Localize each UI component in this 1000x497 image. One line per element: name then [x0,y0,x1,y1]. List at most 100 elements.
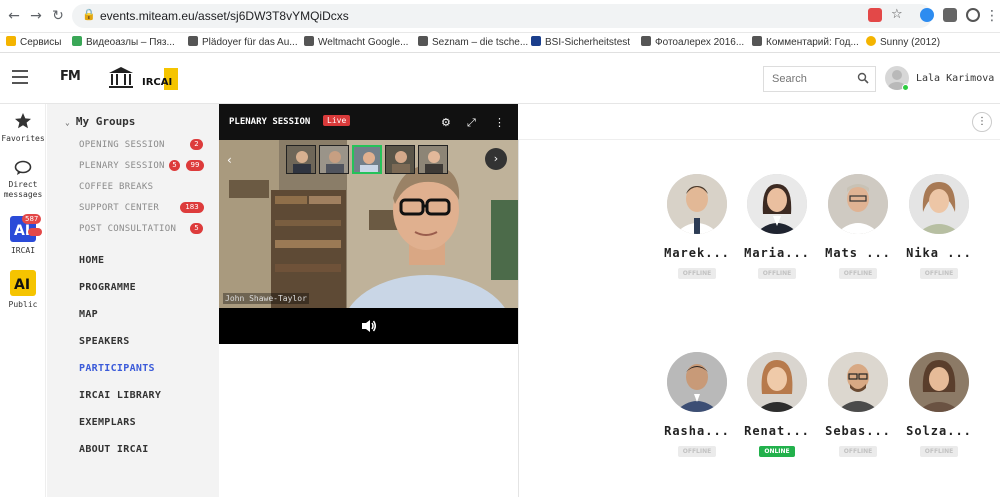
rail-public[interactable]: AI Public [0,270,46,310]
camera-thumbnails [286,145,451,175]
bookmark-item[interactable]: Plädoyer für das Au... [188,36,298,48]
camera-thumbnail[interactable] [319,145,349,174]
speaker-name-label: John Shawe-Taylor [223,293,309,304]
more-options-icon[interactable]: ⋮ [972,112,992,132]
participant-card[interactable]: Rasha... OFFLINE [662,352,732,457]
left-rail: Favorites Direct messages AI IRCAI 587 A… [0,104,46,497]
participant-card[interactable]: Renat... ONLINE [742,352,812,457]
status-badge-online: ONLINE [759,446,795,457]
participant-name: Maria... [744,246,810,260]
forward-icon[interactable]: → [28,8,44,24]
bookmark-star-icon[interactable]: ☆ [891,8,905,22]
participant-card[interactable]: Mats ... OFFLINE [823,174,893,279]
group-badge: 5 [169,160,180,171]
menu-speakers[interactable]: SPEAKERS [79,336,130,347]
video-more-icon[interactable]: ⋮ [494,116,505,129]
group-badge: 5 [190,223,203,234]
bookmark-item[interactable]: Видеоазлы – Пяз... [72,36,175,48]
participant-name: Marek... [664,246,730,260]
participant-card[interactable]: Marek... OFFLINE [662,174,732,279]
participant-avatar [667,352,727,412]
camera-thumbnail[interactable] [286,145,316,174]
chevron-left-icon[interactable]: ‹ [227,153,232,167]
video-controls [219,308,518,344]
browser-menu-icon[interactable]: ⋮ [984,8,1000,24]
participant-name: Renat... [744,424,810,438]
bookmark-item[interactable]: Seznam – die tsche... [418,36,528,48]
camera-thumbnail[interactable] [418,145,448,174]
menu-ircai-library[interactable]: IRCAI LIBRARY [79,390,161,401]
mention-badge [28,228,42,236]
group-support-center[interactable]: SUPPORT CENTER [79,203,159,213]
group-opening-session[interactable]: OPENING SESSION [79,140,165,150]
public-channel-icon: AI [10,270,36,296]
status-badge: OFFLINE [677,268,717,279]
bookmark-item[interactable]: Sunny (2012) [866,36,940,48]
bookmark-item[interactable]: Weltmacht Google... [304,36,408,48]
session-title: PLENARY SESSION [229,117,311,127]
reload-icon[interactable]: ↻ [50,8,66,24]
rail-favorites[interactable]: Favorites [0,112,46,144]
menu-about-ircai[interactable]: ABOUT IRCAI [79,444,149,455]
status-badge: OFFLINE [919,268,959,279]
participants-toolbar: ⋮ [518,104,1000,140]
search-input[interactable] [764,67,848,91]
participant-name: Rasha... [664,424,730,438]
group-plenary-session[interactable]: PLENARY SESSION [79,161,165,171]
search-icon[interactable] [857,72,869,84]
group-post-consultation[interactable]: POST CONSULTATION [79,224,176,234]
video-header: PLENARY SESSION Live ⚙ ⤢ ⋮ [219,104,518,140]
panel-divider [518,104,519,497]
svg-text:AI: AI [14,277,30,293]
settings-gear-icon[interactable]: ⚙ [441,116,451,129]
lock-icon: 🔒 [82,8,96,21]
participant-card[interactable]: Nika ... OFFLINE [904,174,974,279]
address-bar[interactable]: 🔒 events.miteam.eu/asset/sj6DW3T8vYMQiDc… [72,4,932,28]
chat-icon [14,160,32,175]
bookmark-item[interactable]: Комментарий: Год... [752,36,859,48]
participant-avatar [828,352,888,412]
camera-thumbnail-selected[interactable] [352,145,382,174]
ircai-logo: IRCAI [142,68,178,90]
participant-card[interactable]: Maria... OFFLINE [742,174,812,279]
group-badge: 2 [190,139,203,150]
participant-avatar [909,174,969,234]
bookmark-item[interactable]: Сервисы [6,36,61,48]
volume-icon[interactable] [361,319,377,333]
hamburger-icon[interactable] [12,70,28,84]
rail-ircai[interactable]: AI IRCAI 587 [0,214,46,256]
menu-programme[interactable]: PROGRAMME [79,282,136,293]
chevron-right-icon[interactable]: › [485,148,507,170]
menu-participants[interactable]: PARTICIPANTS [79,363,155,374]
puzzle-icon[interactable] [943,8,957,22]
participant-card[interactable]: Sebas... OFFLINE [823,352,893,457]
fm-logo[interactable]: FM [60,69,81,84]
app-header: FM IRCAI Lala Karimova [0,54,1000,104]
online-status-dot [902,84,909,91]
search-field[interactable] [763,66,876,92]
ircai-badge: 587 [22,214,42,224]
extension-icon[interactable] [868,8,882,22]
bookmark-item[interactable]: Фотоалерех 2016... [641,36,744,48]
live-badge: Live [323,115,351,126]
participant-avatar [747,174,807,234]
profile-icon[interactable] [966,8,980,22]
participant-card[interactable]: Solza... OFFLINE [904,352,974,457]
status-badge: OFFLINE [838,268,878,279]
menu-map[interactable]: MAP [79,309,98,320]
chevron-down-icon: ⌄ [65,118,70,127]
group-coffee-breaks[interactable]: COFFEE BREAKS [79,182,153,192]
menu-exemplars[interactable]: EXEMPLARS [79,417,136,428]
camera-thumbnail[interactable] [385,145,415,174]
back-icon[interactable]: ← [6,8,22,24]
fullscreen-icon[interactable]: ⤢ [467,116,476,130]
my-groups-header[interactable]: ⌄ My Groups [65,115,135,128]
menu-home[interactable]: HOME [79,255,104,266]
user-name[interactable]: Lala Karimova [916,73,994,84]
rail-direct-messages[interactable]: Direct messages [0,160,46,200]
participant-avatar [667,174,727,234]
participant-name: Mats ... [825,246,891,260]
bookmark-item[interactable]: BSI-Sicherheitstest [531,36,630,48]
skype-icon[interactable] [920,8,934,22]
participant-name: Sebas... [825,424,891,438]
